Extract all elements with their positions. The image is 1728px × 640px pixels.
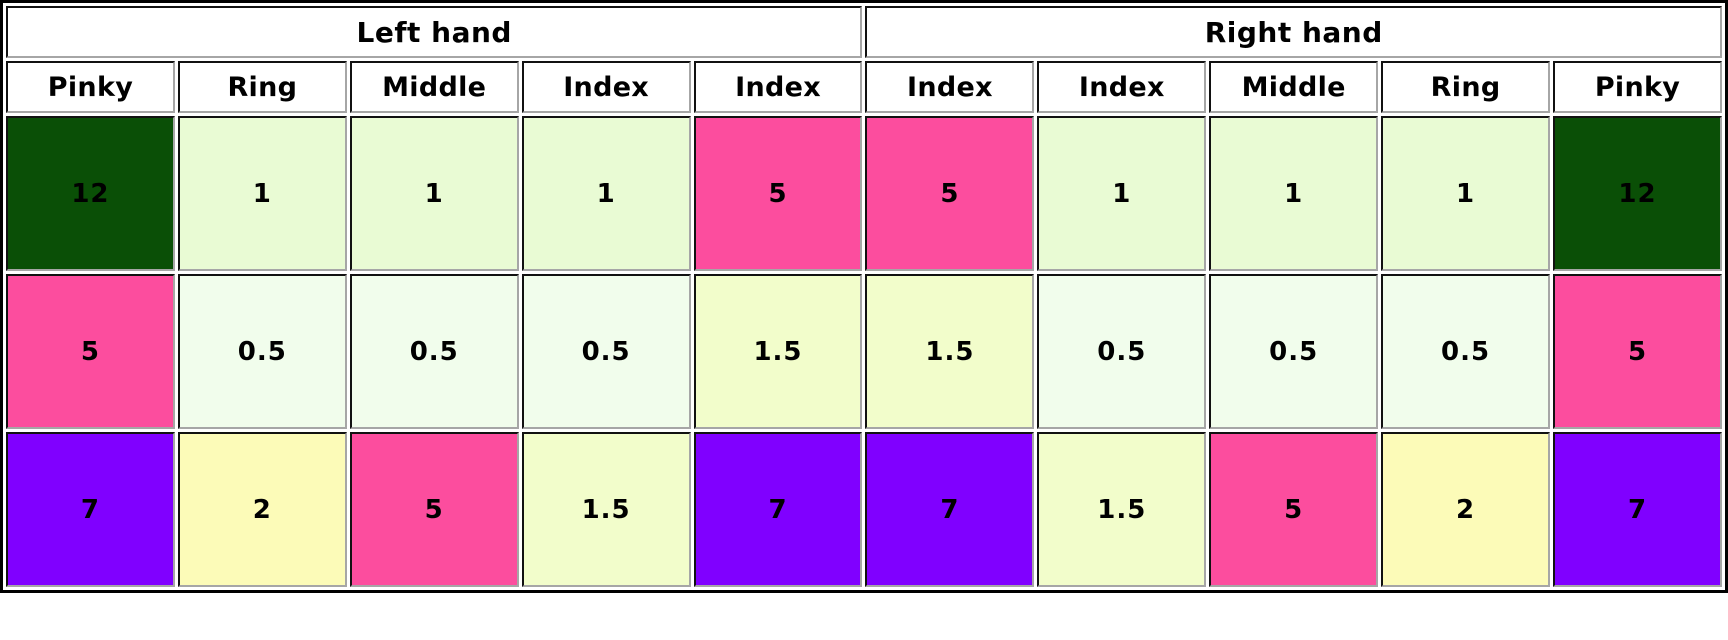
value-cell: 0.5 (1381, 274, 1551, 429)
value-cell: 2 (177, 432, 347, 587)
value-cell: 0.5 (521, 274, 691, 429)
column-header-3: Index (521, 61, 691, 113)
finger-load-table-frame: Left hand Right hand Pinky Ring Middle Index… (0, 0, 1728, 593)
column-header-6: Index (1037, 61, 1207, 113)
group-header-right-hand: Right hand (865, 6, 1722, 58)
value-cell: 1.5 (693, 274, 863, 429)
column-header-0: Pinky (6, 61, 175, 113)
column-header-8: Ring (1381, 61, 1551, 113)
value-cell: 5 (693, 116, 863, 271)
value-cell: 0.5 (177, 274, 347, 429)
value-cell: 5 (6, 274, 175, 429)
column-header-2: Middle (349, 61, 519, 113)
group-header-row: Left hand Right hand (6, 6, 1722, 58)
value-cell: 1 (1037, 116, 1207, 271)
table-row: 12 1 1 1 5 5 1 1 1 12 (6, 116, 1722, 271)
value-cell: 7 (1553, 432, 1722, 587)
table-row: 7 2 5 1.5 7 7 1.5 5 2 7 (6, 432, 1722, 587)
value-cell: 1 (177, 116, 347, 271)
value-cell: 0.5 (349, 274, 519, 429)
value-cell: 1 (1381, 116, 1551, 271)
value-cell: 12 (1553, 116, 1722, 271)
value-cell: 1 (1209, 116, 1379, 271)
value-cell: 7 (6, 432, 175, 587)
table-body: 12 1 1 1 5 5 1 1 1 12 5 0.5 0.5 0.5 1.5 1.5 0.5 0.5 0.5 5 7 2… (6, 116, 1722, 587)
value-cell: 1 (349, 116, 519, 271)
value-cell: 7 (865, 432, 1035, 587)
group-header-left-hand: Left hand (6, 6, 863, 58)
column-header-5: Index (865, 61, 1035, 113)
value-cell: 1.5 (865, 274, 1035, 429)
value-cell: 1.5 (1037, 432, 1207, 587)
finger-load-table: Left hand Right hand Pinky Ring Middle Index… (3, 3, 1725, 590)
value-cell: 2 (1381, 432, 1551, 587)
finger-header-row: Pinky Ring Middle Index Index Index Index Middl… (6, 61, 1722, 113)
value-cell: 1 (521, 116, 691, 271)
column-header-4: Index (693, 61, 863, 113)
column-header-7: Middle (1209, 61, 1379, 113)
table-head: Left hand Right hand Pinky Ring Middle Index… (6, 6, 1722, 113)
value-cell: 12 (6, 116, 175, 271)
value-cell: 1.5 (521, 432, 691, 587)
column-header-1: Ring (177, 61, 347, 113)
value-cell: 5 (865, 116, 1035, 271)
value-cell: 0.5 (1209, 274, 1379, 429)
value-cell: 7 (693, 432, 863, 587)
value-cell: 5 (349, 432, 519, 587)
table-row: 5 0.5 0.5 0.5 1.5 1.5 0.5 0.5 0.5 5 (6, 274, 1722, 429)
value-cell: 5 (1553, 274, 1722, 429)
value-cell: 5 (1209, 432, 1379, 587)
column-header-9: Pinky (1553, 61, 1722, 113)
value-cell: 0.5 (1037, 274, 1207, 429)
